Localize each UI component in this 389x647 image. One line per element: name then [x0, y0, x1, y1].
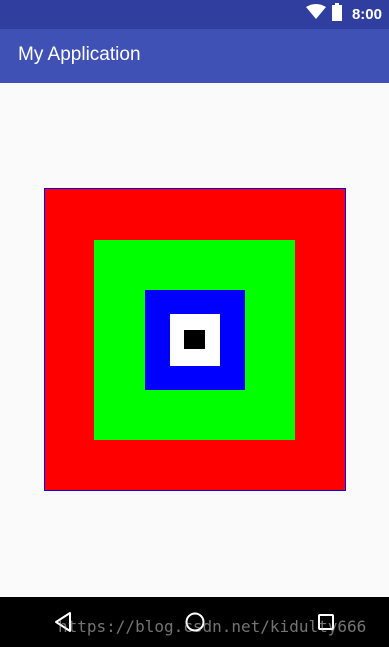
watermark-text: https://blog.csdn.net/kidulty666 [58, 617, 367, 636]
battery-icon [331, 2, 342, 26]
status-icons: 8:00 [305, 2, 382, 26]
black-square [184, 330, 205, 349]
status-bar: 8:00 [0, 0, 389, 29]
app-bar: My Application [0, 29, 389, 83]
status-time: 8:00 [351, 5, 382, 23]
wifi-icon [305, 3, 326, 25]
app-title: My Application [18, 44, 141, 65]
